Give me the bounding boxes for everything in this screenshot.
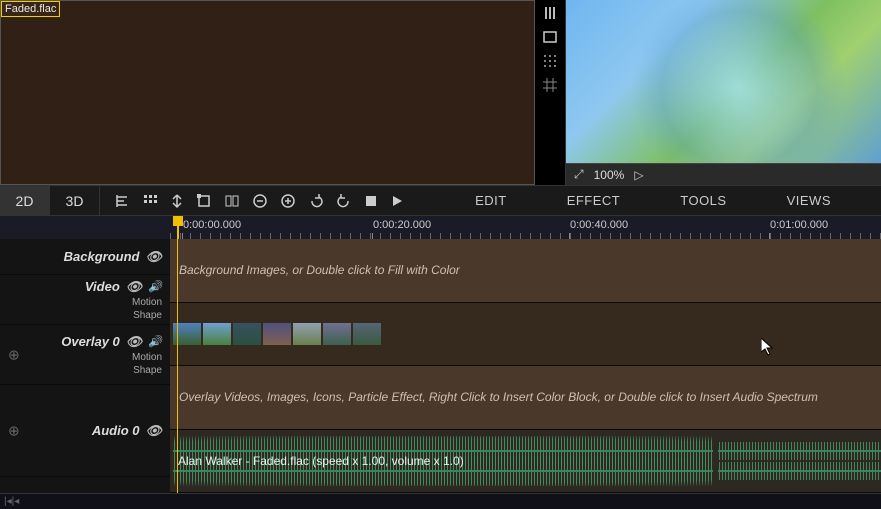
add-icon[interactable]: ⊕ xyxy=(8,346,20,363)
track-overlay-content[interactable]: Overlay Videos, Images, Icons, Particle … xyxy=(170,366,881,430)
speaker-icon[interactable]: 🔊 xyxy=(148,335,162,348)
hash-icon[interactable] xyxy=(541,76,559,94)
video-thumb[interactable] xyxy=(353,323,381,345)
split-icon[interactable] xyxy=(224,193,240,209)
eye-icon[interactable]: 👁 xyxy=(145,249,162,265)
zoom-level: 100% xyxy=(594,168,625,182)
stop-icon[interactable] xyxy=(364,194,378,208)
align-left-icon[interactable] xyxy=(114,193,130,209)
media-library-pane[interactable]: Faded.flac xyxy=(0,0,535,185)
track-label-overlay[interactable]: ⊕ Overlay 0 👁 🔊 Motion Shape xyxy=(0,325,170,385)
grid-icon[interactable] xyxy=(142,193,158,209)
grid-dots-icon[interactable] xyxy=(541,52,559,70)
timeline-toolbar: 2D 3D EDIT EFFECT TOOLS VIEWS xyxy=(0,185,881,215)
menu-edit[interactable]: EDIT xyxy=(475,193,507,208)
video-thumb[interactable] xyxy=(203,323,231,345)
video-thumb[interactable] xyxy=(293,323,321,345)
tab-2d[interactable]: 2D xyxy=(0,186,50,215)
ruler-mark: 0:00:20.000 xyxy=(373,219,431,231)
menu-bar: EDIT EFFECT TOOLS VIEWS xyxy=(475,186,881,215)
time-ruler[interactable]: 0:00:00.000 0:00:20.000 0:00:40.000 0:01… xyxy=(0,215,881,239)
footer-marker-icon: |◂|◂ xyxy=(4,496,19,507)
playhead-line xyxy=(177,239,178,493)
play-preview-icon[interactable]: ▷ xyxy=(634,168,643,182)
track-audio-content[interactable]: Alan Walker - Faded.flac (speed x 1.00, … xyxy=(170,430,881,494)
tab-3d[interactable]: 3D xyxy=(50,186,100,215)
expand-icon[interactable]: ⤢ xyxy=(574,167,584,182)
ruler-mark: 0:01:00.000 xyxy=(770,219,828,231)
crop-icon[interactable] xyxy=(196,193,212,209)
add-icon[interactable]: ⊕ xyxy=(8,422,20,439)
updown-icon[interactable] xyxy=(170,193,184,209)
redo-icon[interactable] xyxy=(336,193,352,209)
tool-icon-group xyxy=(100,186,418,215)
eye-icon[interactable]: 👁 xyxy=(126,279,143,295)
playhead[interactable] xyxy=(177,216,179,239)
ruler-mark: 0:00:40.000 xyxy=(570,219,628,231)
eye-icon[interactable]: 👁 xyxy=(126,334,143,350)
video-thumb[interactable] xyxy=(323,323,351,345)
ruler-mark: 0:00:00.000 xyxy=(183,219,241,231)
footer-bar: |◂|◂ xyxy=(0,493,881,509)
menu-views[interactable]: VIEWS xyxy=(787,193,831,208)
zoom-out-icon[interactable] xyxy=(252,193,268,209)
track-label-audio[interactable]: ⊕ Audio 0 👁 xyxy=(0,385,170,477)
track-label-background[interactable]: Background 👁 xyxy=(0,239,170,275)
preview-canvas[interactable] xyxy=(566,0,881,163)
file-tag[interactable]: Faded.flac xyxy=(1,1,60,17)
menu-effect[interactable]: EFFECT xyxy=(567,193,621,208)
bars-icon[interactable] xyxy=(541,4,559,22)
audio-clip-label: Alan Walker - Faded.flac (speed x 1.00, … xyxy=(178,454,464,468)
preview-pane: ⤢ 100% ▷ xyxy=(565,0,881,185)
zoom-bar: ⤢ 100% ▷ xyxy=(566,163,881,185)
play-icon[interactable] xyxy=(390,194,404,208)
track-label-video[interactable]: Video 👁 🔊 Motion Shape xyxy=(0,275,170,325)
video-thumb[interactable] xyxy=(263,323,291,345)
rect-outline-icon[interactable] xyxy=(541,28,559,46)
track-video-content[interactable] xyxy=(170,303,881,367)
video-thumb[interactable] xyxy=(233,323,261,345)
preview-side-toolbar xyxy=(535,0,565,185)
undo-icon[interactable] xyxy=(308,193,324,209)
zoom-in-icon[interactable] xyxy=(280,193,296,209)
track-background-content[interactable]: Background Images, or Double click to Fi… xyxy=(170,239,881,303)
timeline: Background 👁 Video 👁 🔊 Motion Shape ⊕ Ov… xyxy=(0,239,881,493)
eye-icon[interactable]: 👁 xyxy=(145,423,162,439)
speaker-icon[interactable]: 🔊 xyxy=(148,280,162,293)
menu-tools[interactable]: TOOLS xyxy=(680,193,726,208)
